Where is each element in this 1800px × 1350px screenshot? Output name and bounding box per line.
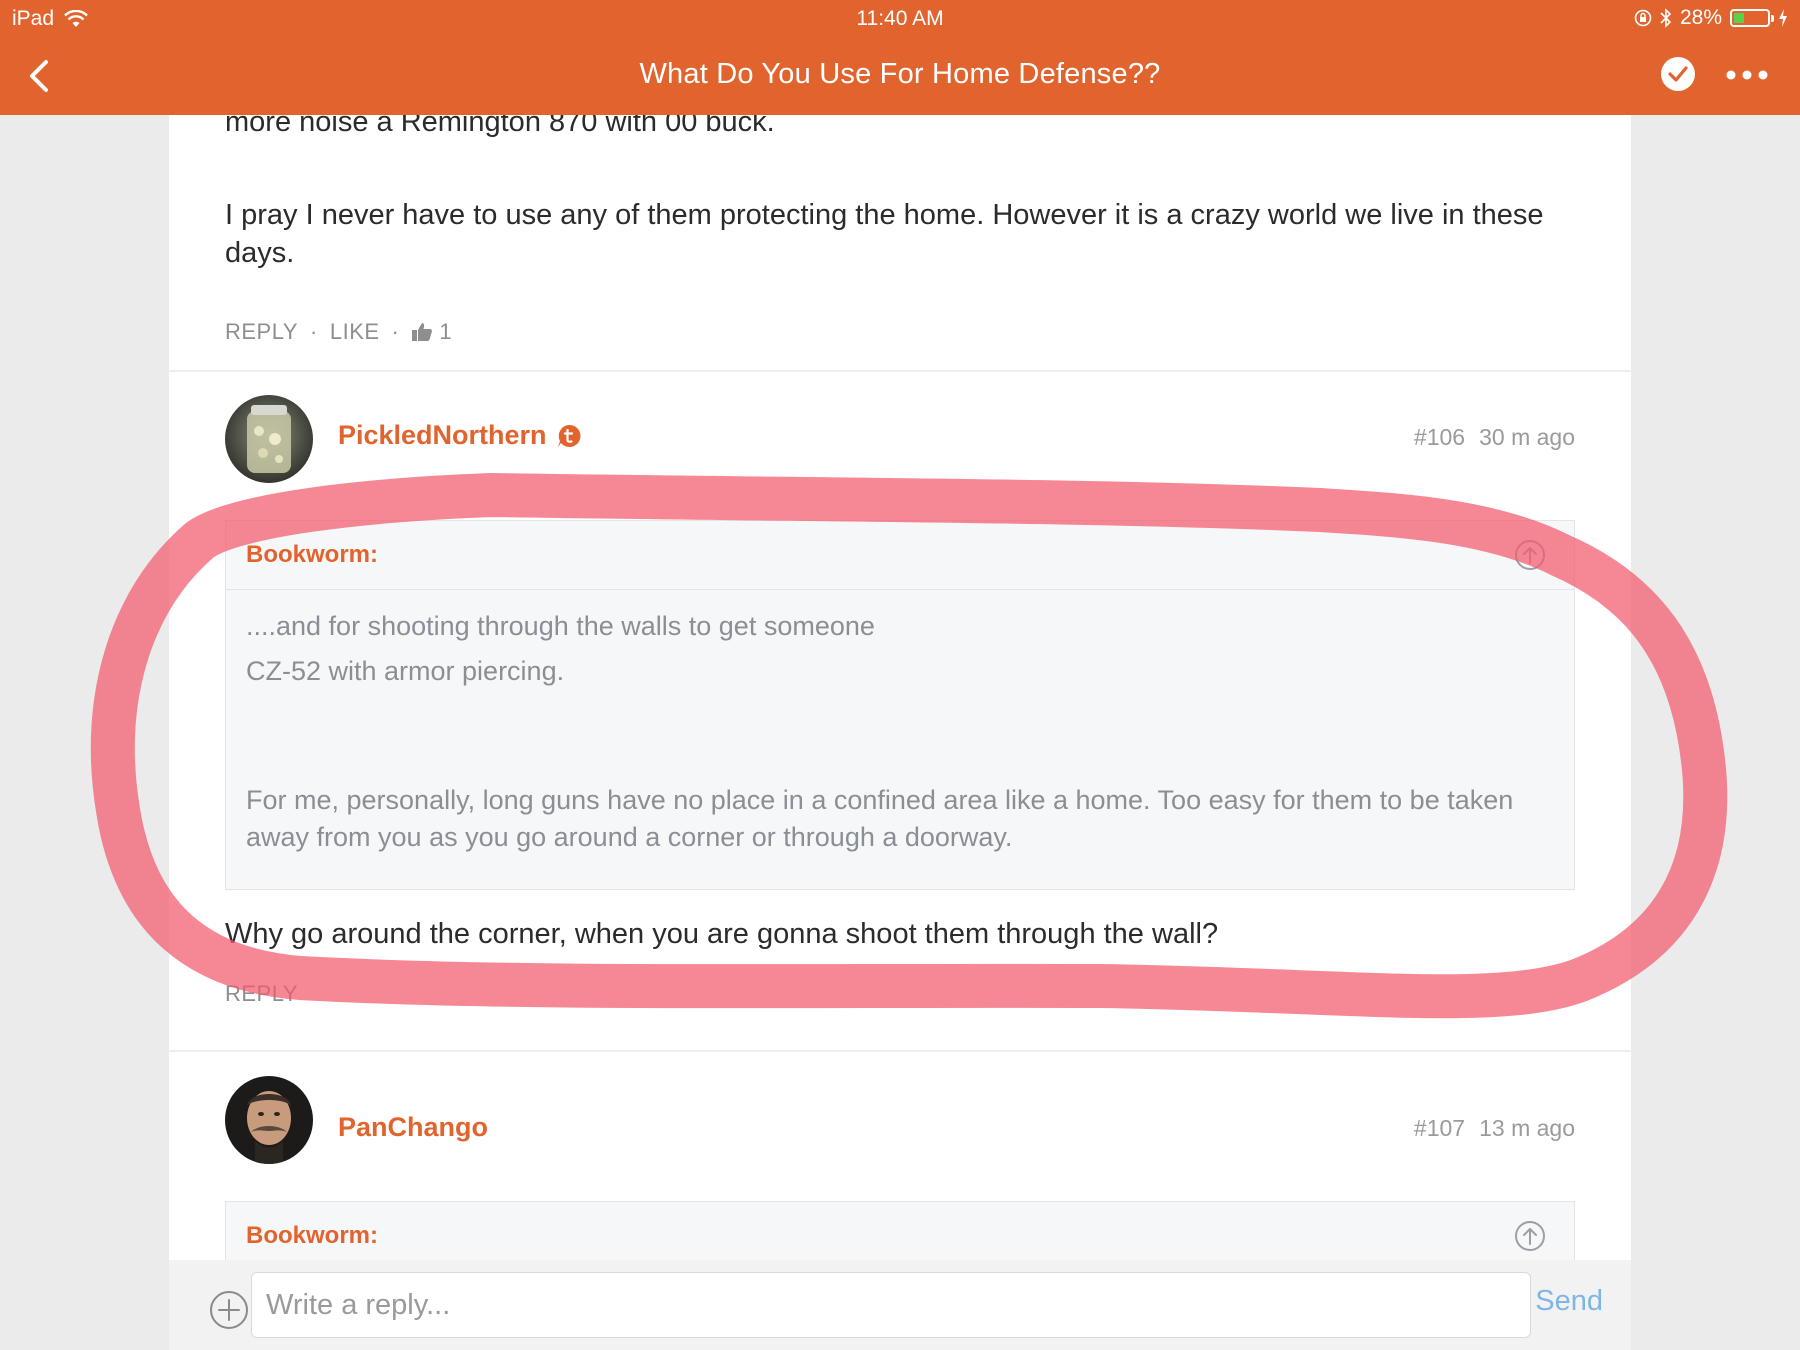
separator-dot: · — [391, 319, 400, 344]
check-circle-icon — [1661, 57, 1695, 91]
send-button[interactable]: Send — [1535, 1285, 1603, 1318]
avatar-pickled-jar — [225, 395, 313, 483]
like-count: 1 — [439, 319, 453, 344]
post-author-link[interactable]: PickledNorthern — [338, 420, 581, 451]
more-options-button[interactable] — [1724, 60, 1770, 90]
top-bar: iPad 11:40 AM 28% What Do You Use For Ho… — [0, 0, 1800, 115]
post-body: Why go around the corner, when you are g… — [225, 918, 1219, 950]
quote-block: Bookworm: ....and for shooting through t… — [225, 520, 1575, 890]
mark-read-button[interactable] — [1660, 56, 1696, 92]
previous-post-actions: REPLY · LIKE · 1 — [225, 319, 452, 345]
previous-post-paragraph: I pray I never have to use any of them p… — [225, 199, 1544, 269]
quote-header: Bookworm: — [226, 521, 1574, 590]
app-screen: iPad 11:40 AM 28% What Do You Use For Ho… — [0, 0, 1800, 1350]
status-bar: iPad 11:40 AM 28% — [0, 0, 1800, 38]
post-author-link[interactable]: PanChango — [338, 1112, 488, 1143]
orientation-lock-icon — [1634, 9, 1652, 27]
quote-paragraph: For me, personally, long guns have no pl… — [246, 785, 1514, 852]
staff-badge-icon — [557, 424, 581, 447]
post-time: 13 m ago — [1479, 1115, 1575, 1141]
bluetooth-icon — [1660, 8, 1672, 28]
thread-content: more noise a Remington 870 with 00 buck.… — [169, 115, 1631, 1265]
post-divider — [169, 370, 1631, 372]
quote-line: ....and for shooting through the walls t… — [246, 611, 875, 641]
avatar[interactable] — [225, 395, 313, 483]
quote-block: Bookworm: — [225, 1201, 1575, 1265]
quote-author: Bookworm: — [246, 1222, 378, 1249]
separator-dot: · — [310, 319, 318, 344]
post-time: 30 m ago — [1479, 424, 1575, 450]
post-actions: REPLY — [225, 981, 298, 1007]
quote-author: Bookworm: — [246, 541, 378, 568]
nav-bar: What Do You Use For Home Defense?? — [0, 38, 1800, 115]
post-number: #107 — [1413, 1115, 1466, 1141]
reply-composer: Send — [169, 1260, 1631, 1350]
quote-line: CZ-52 with armor piercing. — [246, 656, 565, 686]
post-divider — [169, 1050, 1631, 1052]
reply-input[interactable] — [251, 1272, 1531, 1338]
avatar-mustache-man — [225, 1076, 313, 1164]
clock: 11:40 AM — [856, 7, 944, 30]
ellipsis-icon — [1726, 70, 1768, 80]
post-meta: #106 30 m ago — [1414, 424, 1575, 451]
previous-post-partial-line: more noise a Remington 870 with 00 buck. — [225, 115, 775, 138]
post-meta: #107 13 m ago — [1414, 1115, 1575, 1142]
battery-percent: 28% — [1679, 6, 1722, 29]
page-title: What Do You Use For Home Defense?? — [639, 58, 1161, 90]
reply-button[interactable]: REPLY — [225, 319, 298, 345]
battery-icon — [1730, 9, 1774, 27]
quote-header: Bookworm: — [226, 1202, 1574, 1265]
jump-to-quote-icon[interactable] — [1514, 539, 1546, 571]
add-attachment-icon[interactable] — [209, 1290, 249, 1330]
quote-body: ....and for shooting through the walls t… — [226, 590, 1574, 876]
like-button[interactable]: LIKE — [330, 319, 380, 345]
author-name: PanChango — [338, 1112, 489, 1142]
jump-to-quote-icon[interactable] — [1514, 1220, 1546, 1252]
reply-button[interactable]: REPLY — [225, 981, 298, 1007]
author-name: PickledNorthern — [338, 420, 547, 450]
post-number: #106 — [1413, 424, 1466, 450]
thumbs-up-icon — [412, 323, 433, 341]
avatar[interactable] — [225, 1076, 313, 1164]
charging-icon — [1779, 9, 1787, 27]
